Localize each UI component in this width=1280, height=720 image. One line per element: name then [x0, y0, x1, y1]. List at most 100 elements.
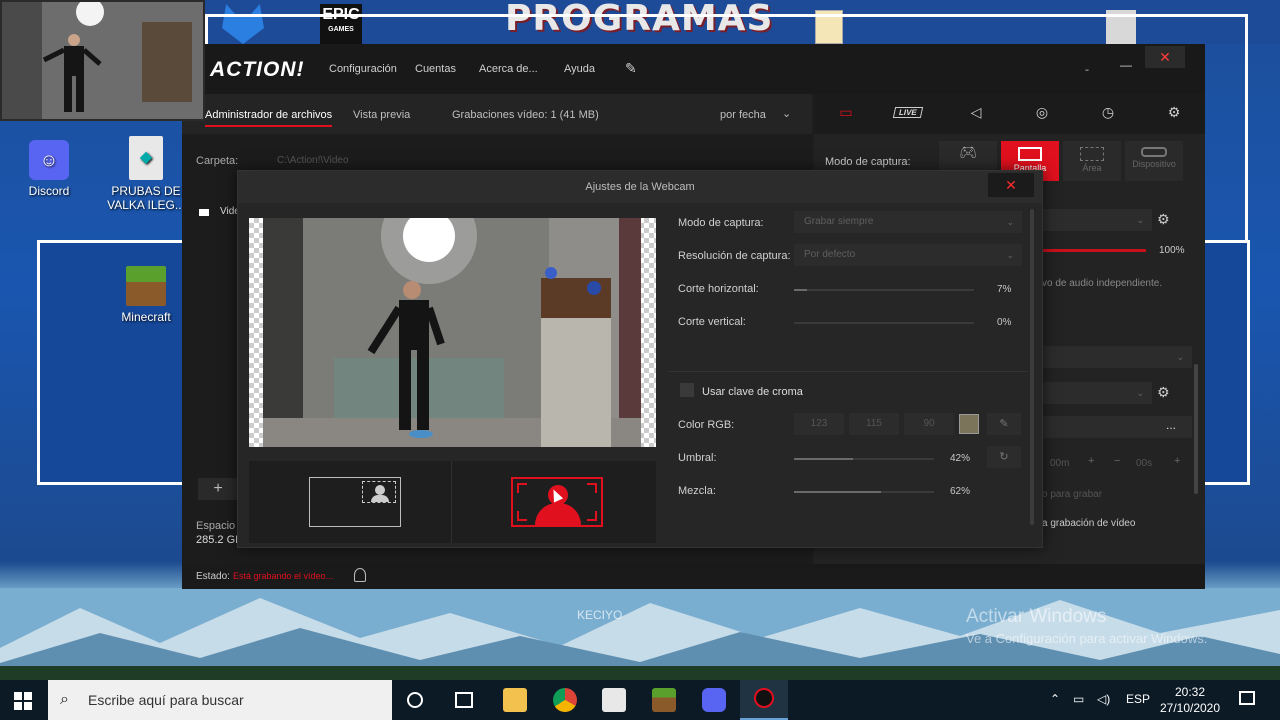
gear-icon[interactable]: ⚙: [1162, 104, 1186, 124]
webcam-preview: [249, 218, 656, 447]
rgb-b-field[interactable]: 90: [904, 413, 954, 435]
chrome-icon[interactable]: [553, 688, 577, 712]
tab-vista-previa[interactable]: Vista previa: [353, 109, 410, 121]
right-select-2[interactable]: ⌄: [1042, 346, 1192, 368]
tab-administrador-archivos[interactable]: Administrador de archivos: [205, 109, 333, 127]
file-icon: ◆: [129, 136, 163, 180]
person-full-icon: [513, 479, 601, 525]
activate-windows-subtitle: Ve a Configuración para activar Windows.: [966, 631, 1208, 646]
live-icon[interactable]: LIVE: [892, 107, 923, 118]
minecraft-icon: [126, 266, 166, 306]
start-button[interactable]: [14, 692, 32, 710]
webcam-status-icon[interactable]: [354, 568, 366, 582]
resolucion-label: Resolución de captura:: [678, 250, 791, 262]
file-explorer-icon[interactable]: [503, 688, 527, 712]
action-taskbar-button[interactable]: [740, 680, 788, 720]
rgb-r-field[interactable]: 123: [794, 413, 844, 435]
volume-slider[interactable]: [1042, 249, 1146, 252]
timer-plus-icon-2[interactable]: +: [1174, 455, 1180, 467]
tray-chevron-icon[interactable]: ⌃: [1050, 692, 1060, 706]
corte-vertical-slider[interactable]: [794, 322, 974, 324]
menu-cuentas[interactable]: Cuentas: [415, 63, 456, 75]
timer-seconds[interactable]: 00s: [1136, 458, 1152, 469]
settings-gear-icon[interactable]: ⚙: [1157, 211, 1170, 228]
desktop-frame-right: [1200, 240, 1250, 485]
close-icon[interactable]: ✕: [1145, 46, 1185, 68]
discord-taskbar-icon[interactable]: [702, 688, 726, 712]
desktop-icon-minecraft[interactable]: Minecraft: [106, 266, 186, 324]
carpeta-path[interactable]: C:\Action!\Video: [277, 155, 349, 166]
color-swatch[interactable]: [959, 414, 979, 434]
device-icon: [1141, 147, 1167, 157]
kecio-text: KECIYO: [577, 608, 623, 622]
mode-dispositivo-button[interactable]: Dispositivo: [1125, 141, 1183, 181]
area-icon: [1080, 147, 1104, 161]
add-button[interactable]: +: [198, 478, 238, 500]
recordings-count: Grabaciones vídeo: 1 (41 MB): [452, 109, 599, 121]
minecraft-taskbar-icon[interactable]: [652, 688, 676, 712]
timer-minutes[interactable]: 00m: [1050, 458, 1069, 469]
webcam-preview-image: [263, 218, 641, 447]
audio-icon[interactable]: ◁: [964, 104, 988, 124]
menu-dropdown-icon[interactable]: ˍ: [1085, 58, 1089, 72]
search-icon: ⌕: [60, 691, 69, 708]
espacio-value: 285.2 GB: [196, 534, 243, 546]
settings-divider: [668, 371, 1028, 372]
corte-horizontal-slider[interactable]: [794, 289, 974, 291]
chevron-down-icon[interactable]: ⌄: [782, 107, 791, 120]
minimize-icon[interactable]: —: [1120, 58, 1132, 72]
carpeta-label: Carpeta:: [196, 155, 239, 167]
taskbar-clock[interactable]: 20:32 27/10/2020: [1158, 684, 1222, 716]
umbral-slider[interactable]: [794, 458, 934, 460]
desktop-icon-discord[interactable]: ☺ Discord: [9, 140, 89, 198]
timer-icon[interactable]: ◷: [1096, 104, 1120, 124]
eyedropper-icon[interactable]: ✎: [987, 413, 1021, 435]
action-app-icon: [754, 688, 774, 708]
notifications-icon[interactable]: [1239, 691, 1255, 705]
tabs-bar: Administrador de archivos Vista previa G…: [182, 94, 812, 134]
right-scrollbar[interactable]: [1194, 364, 1198, 494]
cortana-icon[interactable]: [407, 692, 423, 708]
reset-icon[interactable]: ↻: [987, 446, 1021, 468]
audio-independent-text: vo de audio independiente.: [1042, 278, 1163, 289]
croma-checkbox[interactable]: [680, 383, 694, 397]
timer-plus-icon[interactable]: +: [1088, 455, 1094, 467]
fullscreen-icon: [1018, 147, 1042, 161]
settings-scrollbar[interactable]: [1030, 209, 1034, 525]
right-select-1[interactable]: ⌄: [1042, 209, 1152, 231]
sort-dropdown[interactable]: por fecha: [720, 109, 766, 121]
task-view-icon[interactable]: [455, 692, 473, 708]
desktop-icon-filmora[interactable]: ◆ PRUBAS DE VALKA ILEG...: [106, 136, 186, 212]
webcam-settings-dialog: Ajustes de la Webcam ✕ Modo de captura: …: [237, 170, 1043, 548]
resolucion-select[interactable]: Por defecto ⌄: [794, 244, 1022, 266]
menu-acerca[interactable]: Acerca de...: [479, 63, 538, 75]
network-icon[interactable]: ▭: [1073, 692, 1084, 706]
menu-configuracion[interactable]: Configuración: [329, 63, 397, 75]
volume-icon[interactable]: ◁): [1097, 692, 1110, 706]
overlay-mode-frame[interactable]: [309, 477, 401, 527]
windows-taskbar: ⌕ Escribe aquí para buscar ⌃ ▭ ◁) ESP 20…: [0, 680, 1280, 720]
mode-area-button[interactable]: Área: [1063, 141, 1121, 181]
more-options-button[interactable]: ...: [1166, 418, 1176, 432]
mode-overlay-option[interactable]: [249, 461, 452, 543]
app-titlebar: ACTION! Configuración Cuentas Acerca de.…: [182, 44, 1205, 94]
video-mode-icon[interactable]: ▭: [834, 104, 858, 124]
mode-fullframe-option[interactable]: [511, 477, 603, 527]
rgb-g-field[interactable]: 115: [849, 413, 899, 435]
timer-minus-icon[interactable]: −: [1114, 455, 1120, 467]
corte-vertical-value: 0%: [997, 317, 1012, 328]
dialog-close-icon[interactable]: ✕: [988, 173, 1034, 197]
para-grabar-text: o para grabar: [1042, 489, 1103, 500]
language-indicator[interactable]: ESP: [1126, 692, 1150, 706]
store-icon[interactable]: [602, 688, 626, 712]
camera-icon[interactable]: ◎: [1030, 104, 1054, 124]
modo-captura-select[interactable]: Grabar siempre ⌄: [794, 211, 1022, 233]
taskbar-search-input[interactable]: ⌕ Escribe aquí para buscar: [48, 680, 392, 720]
menu-ayuda[interactable]: Ayuda: [564, 63, 595, 75]
brush-icon[interactable]: ✎: [625, 60, 637, 77]
mezcla-slider[interactable]: [794, 491, 934, 493]
umbral-value: 42%: [950, 453, 971, 464]
settings-gear-icon-2[interactable]: ⚙: [1157, 384, 1170, 401]
webcam-overlay-image: [2, 2, 203, 119]
right-select-3[interactable]: ⌄: [1042, 382, 1152, 404]
